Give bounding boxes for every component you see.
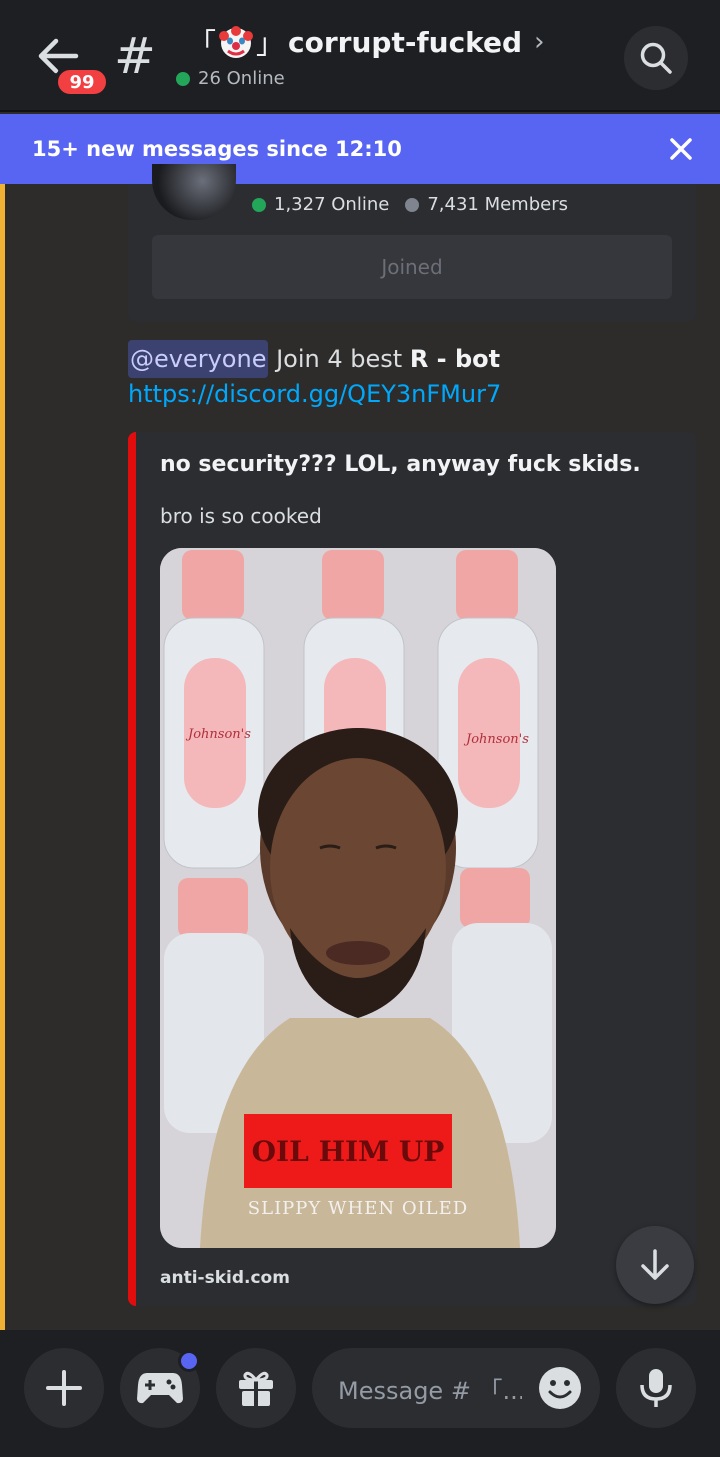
gift-button[interactable] [216,1348,296,1428]
everyone-mention[interactable]: @everyone [128,340,269,378]
voice-message-button[interactable] [616,1348,696,1428]
new-messages-text: 15+ new messages since 12:10 [32,137,402,161]
joined-button[interactable]: Joined [152,235,672,299]
attach-button[interactable] [24,1348,104,1428]
svg-text:Johnson's: Johnson's [463,732,529,747]
search-icon [640,42,672,74]
new-messages-bar[interactable]: 15+ new messages since 12:10 [0,114,720,184]
channel-name: corrupt-fucked [288,25,523,59]
bracket-open: 「 [188,27,217,60]
online-status: 26 Online [176,68,545,89]
embed-description: bro is so cooked [160,504,322,528]
search-button[interactable] [624,26,688,90]
invite-link[interactable]: https://discord.gg/QEY3nFMur7 [128,380,501,408]
member-dot [405,197,420,212]
message-body: Join 4 best [268,345,410,373]
clown-icon [218,24,254,60]
close-icon[interactable] [668,136,694,162]
channel-title[interactable]: 「 」 corrupt-fucked › [188,22,545,62]
composer-bar: Message # 「... [0,1330,720,1457]
embed-title[interactable]: no security??? LOL, anyway fuck skids. [160,452,641,477]
server-member-count: 7,431 Members [427,194,568,215]
activity-notification-dot [178,1350,200,1372]
online-dot [252,197,266,212]
message-bold: R - bot [409,345,501,373]
chevron-right-icon: › [534,27,545,57]
server-stats: 1,327 Online 7,431 Members [252,194,568,215]
hash-icon: # [114,27,156,85]
message-input[interactable]: Message # 「... [312,1348,600,1428]
emoji-icon[interactable] [538,1366,582,1410]
gamepad-icon [137,1373,183,1404]
jump-to-bottom-button[interactable] [616,1226,694,1304]
activities-button[interactable] [120,1348,200,1428]
online-count: 26 Online [198,68,285,89]
online-dot [176,71,190,86]
server-online-count: 1,327 Online [274,194,390,215]
embed-gif[interactable]: Johnson's Johnson's OIL HIM UP SLIPPY WH… [160,548,556,1248]
embed-footer[interactable]: anti-skid.com [160,1268,290,1288]
gif-caption-sub: SLIPPY WHEN OILED [247,1198,469,1219]
app-root: 99 # 「 」 corrupt-fucked › 26 Online 15+ … [0,0,720,1457]
link-embed: no security??? LOL, anyway fuck skids. b… [128,432,696,1306]
plus-icon [46,1370,82,1406]
channel-header: 99 # 「 」 corrupt-fucked › 26 Online [0,0,720,112]
gift-icon [239,1371,273,1406]
unread-badge: 99 [54,66,110,98]
server-invite-card: 1,327 Online 7,431 Members Joined [128,164,696,322]
message-text: @everyone Join 4 best R - bot [128,340,500,378]
svg-text:Johnson's: Johnson's [185,727,251,742]
message-placeholder: Message # 「... [338,1376,522,1405]
arrow-down-icon [641,1249,669,1280]
channel-title-group[interactable]: 「 」 corrupt-fucked › 26 Online [176,22,545,89]
bracket-close: 」 [256,27,285,60]
mention-highlight-bar [0,184,5,1330]
microphone-icon [640,1369,672,1407]
server-avatar [152,164,236,220]
gif-caption-main: OIL HIM UP [251,1134,445,1168]
